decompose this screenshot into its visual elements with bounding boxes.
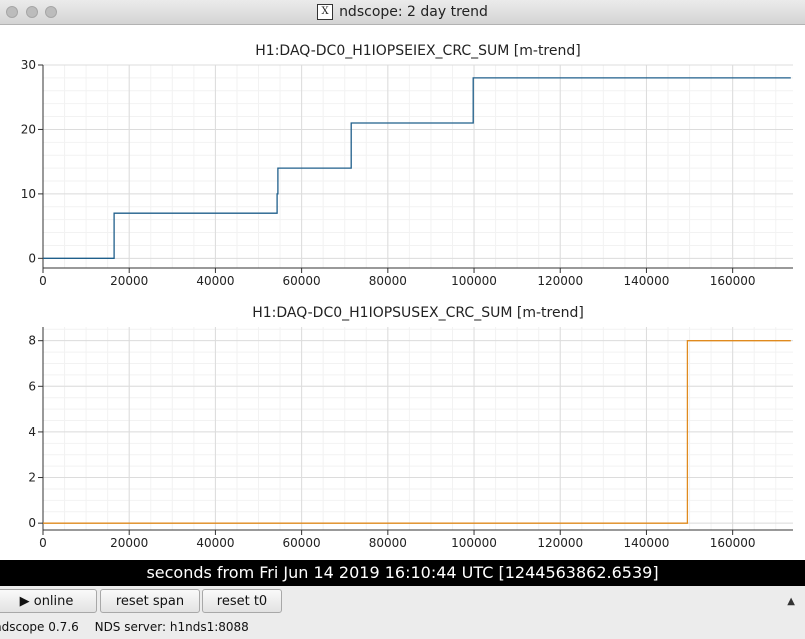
plot-area[interactable]: H1:DAQ-DC0_H1IOPSEIEX_CRC_SUM [m-trend] 0…	[0, 25, 805, 560]
x-tick-label: 40000	[196, 274, 234, 288]
x-tick-label: 0	[39, 274, 47, 288]
plot-title: H1:DAQ-DC0_H1IOPSEIEX_CRC_SUM [m-trend]	[255, 43, 580, 59]
x-tick-label: 140000	[624, 536, 670, 550]
collapse-icon[interactable]: ▲	[787, 596, 795, 607]
version-label: ndscope 0.7.6	[0, 620, 79, 634]
y-tick-label: 0	[28, 516, 36, 530]
x-tick-label: 20000	[110, 536, 148, 550]
x-tick-label: 160000	[710, 536, 756, 550]
y-tick-label: 0	[28, 251, 36, 265]
x-tick-label: 40000	[196, 536, 234, 550]
play-icon: ▶	[19, 594, 30, 609]
reset-span-button[interactable]: reset span	[100, 589, 200, 613]
x-tick-label: 120000	[537, 536, 583, 550]
x-tick-label: 60000	[283, 274, 321, 288]
x-tick-label: 0	[39, 536, 47, 550]
x-tick-label: 140000	[624, 274, 670, 288]
y-tick-label: 30	[21, 58, 36, 72]
x-tick-label: 20000	[110, 274, 148, 288]
y-tick-label: 2	[28, 471, 36, 485]
y-tick-label: 10	[21, 187, 36, 201]
x-tick-label: 80000	[369, 536, 407, 550]
reset-t0-button[interactable]: reset t0	[202, 589, 282, 613]
x-tick-label: 120000	[537, 274, 583, 288]
x-tick-label: 100000	[451, 274, 497, 288]
y-tick-label: 20	[21, 122, 36, 136]
window-title: ndscope: 2 day trend	[339, 4, 488, 20]
x-tick-label: 160000	[710, 274, 756, 288]
status-bar: ndscope 0.7.6 NDS server: h1nds1:8088	[0, 617, 805, 639]
y-tick-label: 6	[28, 379, 36, 393]
x11-icon: X	[317, 4, 334, 20]
online-button-label: online	[33, 594, 74, 609]
y-tick-label: 8	[28, 334, 36, 348]
plots-canvas[interactable]: H1:DAQ-DC0_H1IOPSEIEX_CRC_SUM [m-trend] 0…	[0, 25, 805, 560]
x-tick-label: 80000	[369, 274, 407, 288]
plot-title: H1:DAQ-DC0_H1IOPSUSEX_CRC_SUM [m-trend]	[252, 305, 584, 321]
nds-server-label: NDS server: h1nds1:8088	[94, 620, 249, 634]
window-titlebar: Xndscope: 2 day trend	[0, 0, 805, 25]
time-axis-label: seconds from Fri Jun 14 2019 16:10:44 UT…	[0, 560, 805, 586]
x-tick-label: 60000	[283, 536, 321, 550]
y-tick-label: 4	[28, 425, 36, 439]
window-title-container: Xndscope: 2 day trend	[0, 4, 805, 20]
online-button[interactable]: ▶ online	[0, 589, 97, 613]
x-tick-label: 100000	[451, 536, 497, 550]
button-row: ▶ online reset span reset t0 ▲	[0, 588, 805, 616]
